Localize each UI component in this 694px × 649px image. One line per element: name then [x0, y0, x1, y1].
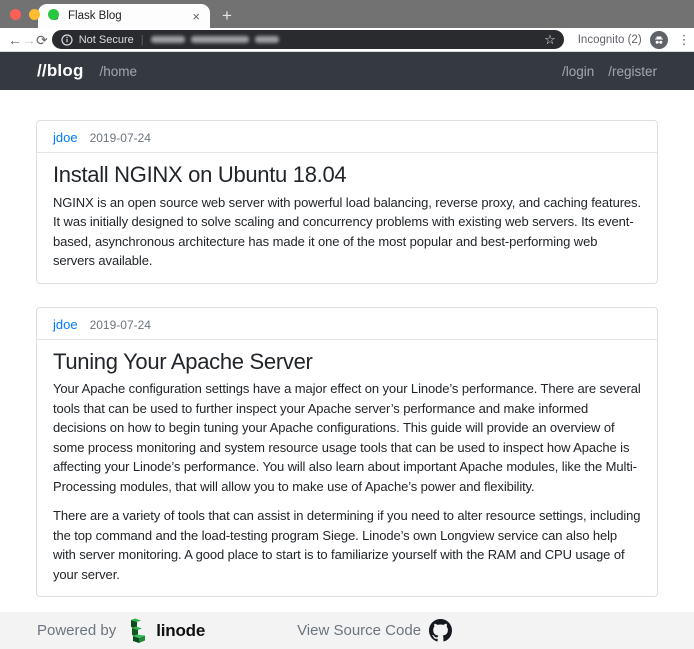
- linode-link[interactable]: Powered by linode: [37, 618, 205, 644]
- view-source-link[interactable]: View Source Code: [297, 619, 452, 642]
- post-meta: jdoe 2019-07-24: [37, 308, 657, 340]
- post-body: NGINX is an open source web server with …: [37, 193, 657, 283]
- incognito-icon: [650, 31, 668, 49]
- nav-link-home[interactable]: /home: [100, 64, 138, 79]
- minimize-window-button[interactable]: [29, 9, 40, 20]
- post-author-link[interactable]: jdoe: [53, 317, 78, 332]
- post-paragraph: There are a variety of tools that can as…: [53, 506, 641, 584]
- post-card: jdoe 2019-07-24 Tuning Your Apache Serve…: [36, 307, 658, 598]
- browser-toolbar: ← → ⟳ Not Secure | ☆ Incognito (2) ⋮: [0, 28, 694, 52]
- browser-menu-icon[interactable]: ⋮: [678, 32, 691, 48]
- github-icon: [429, 619, 452, 642]
- browser-window: Flask Blog × + ← → ⟳ Not Secure | ☆ Inco…: [0, 0, 694, 649]
- tab-bar: Flask Blog × +: [0, 0, 694, 28]
- browser-tab[interactable]: Flask Blog ×: [38, 4, 210, 28]
- new-tab-button[interactable]: +: [222, 7, 232, 24]
- page-footer: Powered by linode View Source Code: [0, 612, 694, 649]
- address-divider: |: [141, 34, 144, 46]
- back-icon[interactable]: ←: [8, 33, 22, 47]
- post-body: Your Apache configuration settings have …: [37, 379, 657, 596]
- forward-icon[interactable]: →: [22, 33, 36, 47]
- info-icon[interactable]: [61, 34, 73, 46]
- linode-wordmark: linode: [156, 621, 205, 641]
- post-paragraph: Your Apache configuration settings have …: [53, 379, 641, 496]
- post-card: jdoe 2019-07-24 Install NGINX on Ubuntu …: [36, 120, 658, 284]
- linode-logo-icon: [123, 618, 149, 644]
- powered-by-label: Powered by: [37, 622, 116, 639]
- site-navbar: //blog /home /login /register: [0, 52, 694, 90]
- post-meta: jdoe 2019-07-24: [37, 121, 657, 153]
- navbar-right-links: /login /register: [562, 64, 657, 79]
- nav-link-login[interactable]: /login: [562, 64, 594, 79]
- post-date: 2019-07-24: [90, 131, 151, 145]
- posts-list: jdoe 2019-07-24 Install NGINX on Ubuntu …: [0, 90, 694, 649]
- post-title[interactable]: Tuning Your Apache Server: [53, 348, 641, 376]
- reload-icon[interactable]: ⟳: [36, 33, 48, 47]
- post-date: 2019-07-24: [90, 318, 151, 332]
- navbar-left-links: /home: [100, 64, 138, 79]
- view-source-label: View Source Code: [297, 622, 421, 639]
- traffic-lights: [10, 9, 59, 20]
- post-author-link[interactable]: jdoe: [53, 130, 78, 145]
- bookmark-star-icon[interactable]: ☆: [544, 33, 556, 46]
- close-window-button[interactable]: [10, 9, 21, 20]
- tab-close-icon[interactable]: ×: [190, 10, 202, 23]
- address-bar[interactable]: Not Secure | ☆: [52, 30, 564, 49]
- nav-link-register[interactable]: /register: [608, 64, 657, 79]
- post-paragraph: NGINX is an open source web server with …: [53, 193, 641, 271]
- address-url-redacted: [151, 36, 279, 43]
- navbar-brand[interactable]: //blog: [37, 61, 84, 81]
- tab-title: Flask Blog: [68, 10, 190, 22]
- post-title[interactable]: Install NGINX on Ubuntu 18.04: [53, 161, 641, 189]
- incognito-label: Incognito (2): [578, 34, 642, 46]
- maximize-window-button[interactable]: [48, 9, 59, 20]
- security-label: Not Secure: [79, 34, 134, 46]
